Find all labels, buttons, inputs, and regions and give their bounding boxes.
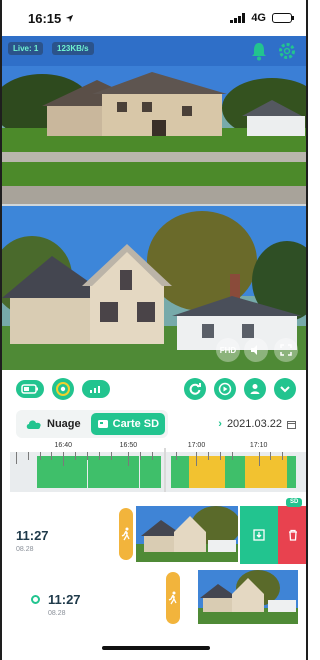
- camera-feed-1[interactable]: Live: 1 123KB/s: [2, 36, 306, 204]
- battery-toggle-icon: [21, 384, 38, 394]
- bitrate-badge: 123KB/s: [52, 42, 94, 55]
- fullscreen-button[interactable]: [274, 338, 298, 362]
- status-bar: 16:15 4G: [2, 0, 306, 36]
- delete-button[interactable]: [278, 506, 306, 564]
- quality-toggle-button[interactable]: FHD: [216, 338, 240, 362]
- tab-sd-card[interactable]: Carte SD: [90, 413, 166, 435]
- sd-tag: SD: [286, 498, 303, 507]
- event-time: 11:27: [16, 528, 49, 543]
- battery-icon: [272, 13, 294, 23]
- tab-sd-card-label: Carte SD: [112, 418, 160, 430]
- cloud-icon: [26, 420, 41, 429]
- sd-card-icon: [97, 420, 108, 428]
- location-arrow-icon: [65, 11, 74, 26]
- date-selector[interactable]: › 2021.03.22: [218, 418, 296, 430]
- live-badge: Live: 1: [8, 42, 44, 55]
- download-icon: [253, 529, 265, 541]
- play-icon: [218, 382, 232, 396]
- event-item[interactable]: 11:27 08.28 SD: [2, 498, 306, 566]
- battery-mode-button[interactable]: [16, 380, 44, 398]
- tick-label: 16:50: [119, 442, 138, 449]
- camera-feed-2[interactable]: FHD: [2, 206, 306, 370]
- screenshot-button[interactable]: [184, 378, 206, 400]
- event-date: 08.28: [48, 610, 66, 617]
- timeline-scale: [10, 452, 306, 492]
- timeline-cursor[interactable]: [163, 448, 166, 492]
- speaker-icon: [251, 345, 257, 355]
- recording-timeline[interactable]: 16:40 16:50 17:00 17:10: [10, 442, 306, 492]
- timeline-ticks: 16:40 16:50 17:00 17:10: [10, 442, 306, 452]
- motion-person-icon: [166, 572, 180, 624]
- event-thumbnail[interactable]: [136, 506, 238, 562]
- event-time: 11:27: [48, 592, 81, 607]
- gear-icon[interactable]: [276, 40, 298, 62]
- tab-cloud-label: Nuage: [47, 418, 81, 430]
- selected-date: 2021.03.22: [226, 418, 282, 430]
- network-type: 4G: [251, 12, 266, 24]
- motion-person-icon: [119, 508, 133, 560]
- tick-label: 16:40: [54, 442, 73, 449]
- tick-label: 17:10: [249, 442, 268, 449]
- bell-icon[interactable]: [248, 40, 270, 62]
- ring-mode-button[interactable]: [52, 378, 74, 400]
- person-talk-icon: [250, 384, 260, 394]
- event-marker-icon: [31, 595, 40, 604]
- download-button[interactable]: [240, 506, 278, 564]
- clock: 16:15: [28, 10, 62, 26]
- chevron-down-icon: [280, 386, 290, 393]
- fullscreen-icon: [280, 344, 292, 356]
- event-thumbnail[interactable]: [198, 570, 298, 624]
- tick-label: 17:00: [187, 442, 206, 449]
- intercom-button[interactable]: [244, 378, 266, 400]
- chevron-right-icon: ›: [218, 418, 222, 430]
- wifi-bars-icon: [90, 386, 100, 393]
- timeline-track[interactable]: [10, 452, 306, 492]
- play-button[interactable]: [214, 378, 236, 400]
- event-item[interactable]: 11:27 08.28: [2, 568, 306, 632]
- more-options-button[interactable]: [274, 378, 296, 400]
- tab-cloud[interactable]: Nuage: [19, 413, 87, 435]
- signal-strength-button[interactable]: [82, 380, 110, 398]
- home-indicator: [102, 646, 210, 650]
- control-toolbar: [2, 374, 306, 404]
- refresh-icon: [189, 383, 201, 395]
- trash-icon: [289, 529, 297, 541]
- calendar-icon: [287, 420, 296, 429]
- signal-icon: [230, 13, 246, 23]
- app-frame: 16:15 4G Live: 1 123KB/s FHD Nuage Carte…: [0, 0, 308, 660]
- live-video-area[interactable]: Live: 1 123KB/s FHD: [2, 36, 306, 370]
- target-icon: [56, 382, 70, 396]
- mute-button[interactable]: [244, 338, 268, 362]
- storage-source-tabs: Nuage Carte SD: [16, 410, 169, 438]
- event-date: 08.28: [16, 546, 34, 553]
- storage-source-row: Nuage Carte SD › 2021.03.22: [2, 408, 306, 440]
